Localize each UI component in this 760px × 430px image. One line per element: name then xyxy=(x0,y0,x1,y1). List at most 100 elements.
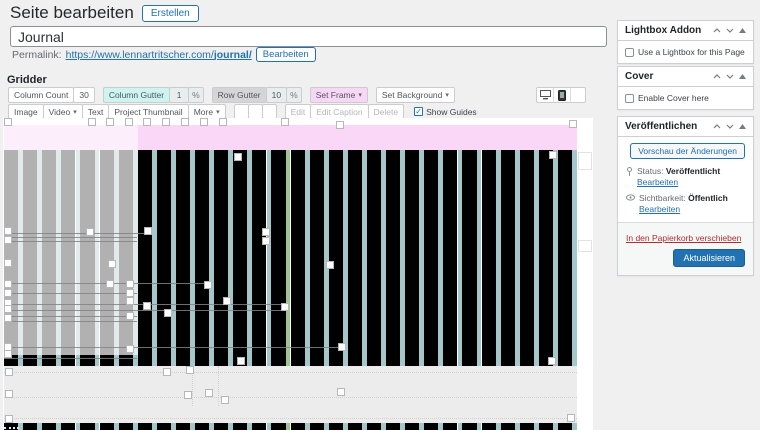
gridder-canvas[interactable] xyxy=(3,118,593,430)
add-image-button[interactable]: Image xyxy=(8,104,44,119)
move-up-icon[interactable] xyxy=(713,124,721,129)
edit-button[interactable]: Edit xyxy=(285,104,312,119)
grid-column[interactable] xyxy=(482,150,496,366)
grid-item-handle[interactable] xyxy=(181,118,189,126)
grid-item-handle[interactable] xyxy=(126,297,134,305)
grid-item-handle[interactable] xyxy=(237,357,245,365)
grid-column-gray[interactable] xyxy=(61,150,75,355)
grid-item-handle[interactable] xyxy=(184,391,192,399)
status-edit-link[interactable]: Bearbeiten xyxy=(637,177,678,187)
grid-column[interactable] xyxy=(367,150,381,366)
grid-item-handle[interactable] xyxy=(262,228,270,236)
add-text-button[interactable]: Text xyxy=(82,104,110,119)
grid-column[interactable] xyxy=(482,423,496,430)
grid-item-handle[interactable] xyxy=(338,343,346,351)
grid-item-handle[interactable] xyxy=(221,396,229,404)
grid-item-handle[interactable] xyxy=(163,368,171,376)
grid-item-handle[interactable] xyxy=(548,357,556,365)
grid-item-handle[interactable] xyxy=(567,414,575,422)
grid-column[interactable] xyxy=(462,150,476,366)
grid-item-handle[interactable] xyxy=(106,280,114,288)
grid-item-handle[interactable] xyxy=(143,118,151,126)
grid-column[interactable] xyxy=(539,150,553,366)
toggle-panel-icon[interactable] xyxy=(739,28,746,33)
grid-column[interactable] xyxy=(329,423,343,430)
grid-item-handle[interactable] xyxy=(126,312,134,320)
grid-column[interactable] xyxy=(214,150,228,366)
grid-column-gray[interactable] xyxy=(80,150,94,355)
more-button[interactable]: More▾ xyxy=(188,104,226,119)
cover-checkbox-row[interactable]: Enable Cover here xyxy=(625,93,746,103)
grid-column[interactable] xyxy=(520,423,534,430)
toggle-panel-icon[interactable] xyxy=(739,74,746,79)
cover-checkbox[interactable] xyxy=(625,94,634,103)
grid-column[interactable] xyxy=(558,150,572,366)
grid-column[interactable] xyxy=(42,423,56,430)
desktop-preview-button[interactable] xyxy=(537,88,554,102)
grid-item-handle[interactable] xyxy=(337,388,345,396)
frame-band-bright[interactable] xyxy=(138,125,577,150)
grid-item-handle[interactable] xyxy=(569,120,577,128)
frame-band-light[interactable] xyxy=(4,125,138,150)
grid-column[interactable] xyxy=(329,150,343,366)
grid-item-handle[interactable] xyxy=(4,227,12,235)
grid-item-handle[interactable] xyxy=(234,153,242,161)
grid-column[interactable] xyxy=(386,423,400,430)
grid-item-handle[interactable] xyxy=(108,260,116,268)
grid-column[interactable] xyxy=(443,423,457,430)
grid-item-handle[interactable] xyxy=(4,314,12,322)
grid-column[interactable] xyxy=(80,423,94,430)
grid-column[interactable] xyxy=(367,423,381,430)
grid-column[interactable] xyxy=(291,150,305,366)
grid-column[interactable] xyxy=(386,150,400,366)
grid-column[interactable] xyxy=(501,150,515,366)
create-button[interactable]: Erstellen xyxy=(142,5,199,22)
grid-item-handle[interactable] xyxy=(549,151,557,159)
row-gutter-input[interactable]: 10 xyxy=(266,87,287,103)
grid-item-handle[interactable] xyxy=(143,302,151,310)
grid-item-handle[interactable] xyxy=(106,118,114,126)
grid-item-handle[interactable] xyxy=(4,280,12,288)
grid-column[interactable] xyxy=(214,423,228,430)
grid-column[interactable] xyxy=(157,150,171,366)
grid-column[interactable] xyxy=(176,423,190,430)
grid-column-gray[interactable] xyxy=(119,150,133,355)
grid-item-handle[interactable] xyxy=(4,350,12,358)
grid-item-handle[interactable] xyxy=(4,259,12,267)
title-input[interactable] xyxy=(10,26,607,47)
grid-item-handle[interactable] xyxy=(204,281,212,289)
grid-column[interactable] xyxy=(157,423,171,430)
grid-item-handle[interactable] xyxy=(86,228,94,236)
set-background-button[interactable]: Set Background▾ xyxy=(376,87,455,103)
update-button[interactable]: Aktualisieren xyxy=(673,249,745,267)
move-up-icon[interactable] xyxy=(713,74,721,79)
grid-column-gray[interactable] xyxy=(4,150,18,355)
column-count-input[interactable]: 30 xyxy=(73,87,94,103)
grid-column[interactable] xyxy=(233,150,247,366)
grid-column[interactable] xyxy=(100,423,114,430)
grid-item-handle[interactable] xyxy=(164,309,172,317)
grid-item-handle[interactable] xyxy=(4,236,12,244)
grid-column[interactable] xyxy=(271,150,285,366)
grid-column[interactable] xyxy=(252,150,266,366)
show-guides-toggle[interactable]: ✓ Show Guides xyxy=(409,104,482,119)
grid-item-handle[interactable] xyxy=(219,118,227,126)
grid-item-handle[interactable] xyxy=(205,389,213,397)
grid-item-handle[interactable] xyxy=(126,280,134,288)
lightbox-checkbox-row[interactable]: Use a Lightbox for this Page xyxy=(625,47,746,57)
show-guides-checkbox[interactable]: ✓ xyxy=(414,107,423,116)
move-down-icon[interactable] xyxy=(726,28,734,33)
grid-column[interactable] xyxy=(119,423,133,430)
add-video-button[interactable]: Video▾ xyxy=(43,104,83,119)
mobile-preview-button[interactable] xyxy=(554,88,571,102)
grid-column[interactable] xyxy=(424,423,438,430)
grid-column[interactable] xyxy=(138,150,152,366)
grid-column[interactable] xyxy=(291,423,305,430)
grid-item-handle[interactable] xyxy=(223,297,231,305)
grid-item-handle[interactable] xyxy=(126,345,134,353)
grid-column-gray[interactable] xyxy=(100,150,114,355)
grid-column[interactable] xyxy=(195,423,209,430)
grid-item-handle[interactable] xyxy=(5,390,13,398)
grid-column[interactable] xyxy=(348,423,362,430)
grid-column[interactable] xyxy=(195,150,209,366)
